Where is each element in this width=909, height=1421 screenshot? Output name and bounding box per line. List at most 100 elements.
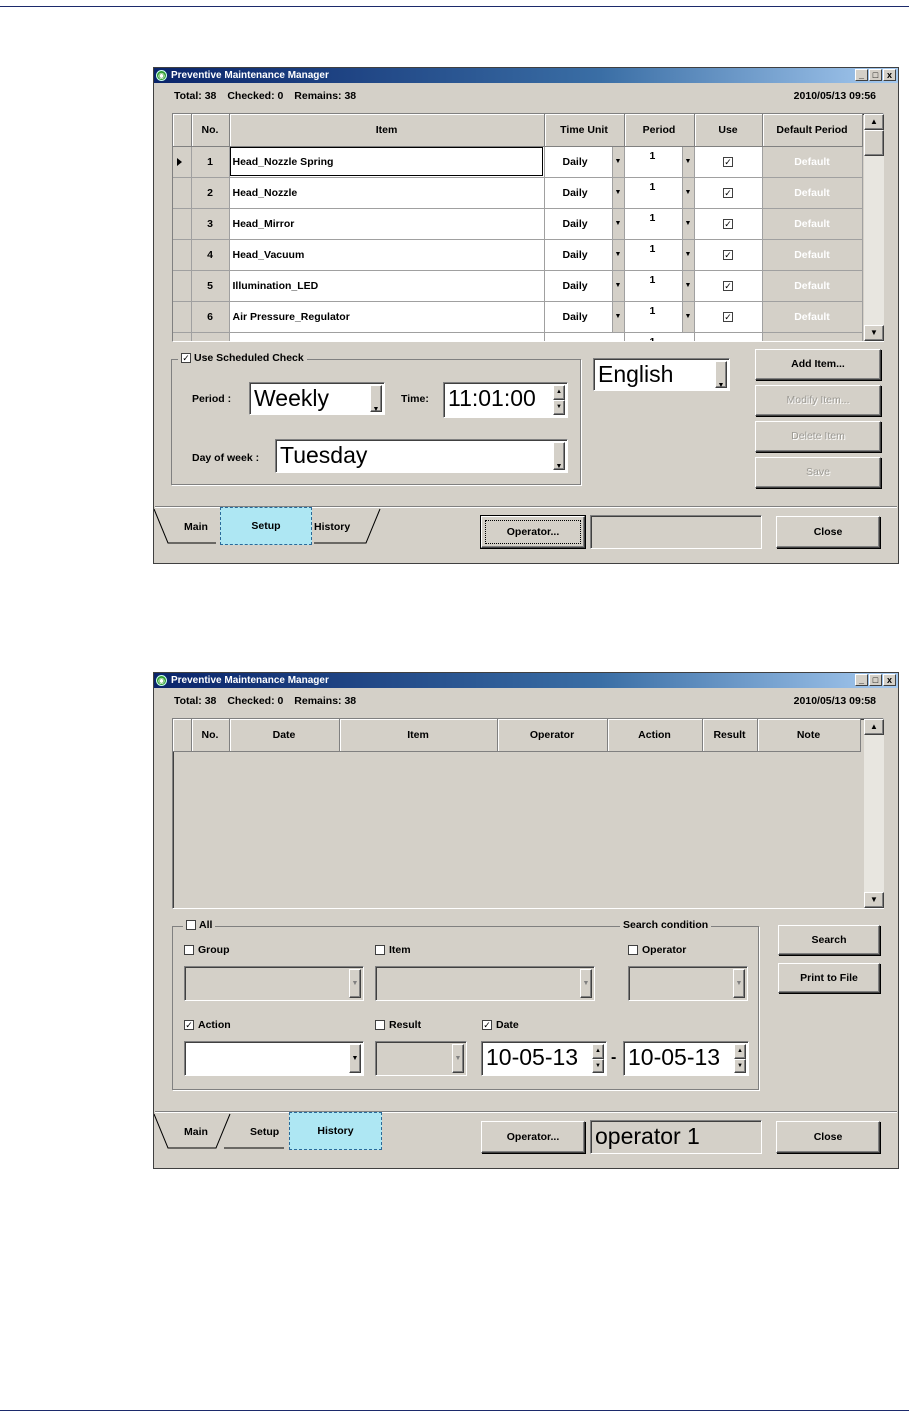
table-row[interactable]: 1 Head_Nozzle Spring Daily ▼ 1 ▼ ✓ Default <box>173 146 863 178</box>
table-row[interactable]: 1 <box>173 332 863 341</box>
dropdown-arrow-icon[interactable]: ▼ <box>681 270 694 301</box>
period-combo[interactable]: 1 ▼ <box>624 301 695 333</box>
col-header-use[interactable]: Use <box>694 114 763 147</box>
use-cell[interactable]: ✓ <box>694 270 763 302</box>
period-combo[interactable]: 1 ▼ <box>624 177 695 209</box>
action-select[interactable]: ▼ <box>184 1041 364 1076</box>
time-unit-combo[interactable]: Daily ▼ <box>544 208 625 240</box>
all-legend[interactable]: All <box>183 919 216 931</box>
dropdown-arrow-icon[interactable]: ▼ <box>681 239 694 270</box>
col-header-date[interactable]: Date <box>229 719 340 752</box>
close-button[interactable]: Close <box>776 516 880 548</box>
table-row[interactable]: 4 Head_Vacuum Daily ▼ 1 ▼ ✓ Default <box>173 239 863 271</box>
spin-up-icon[interactable]: ▲ <box>553 385 565 400</box>
scheduled-check-checkbox[interactable]: ✓ <box>181 353 191 364</box>
modify-item-button[interactable]: Modify Item... <box>755 385 881 416</box>
row-selector[interactable] <box>173 208 192 240</box>
dropdown-arrow-icon[interactable]: ▼ <box>681 177 694 208</box>
item-cell[interactable]: Head_Mirror <box>229 208 545 240</box>
item-cell[interactable]: Head_Nozzle <box>229 177 545 209</box>
row-selector[interactable] <box>173 332 192 341</box>
dropdown-arrow-icon[interactable]: ▼ <box>611 301 624 332</box>
operator-button[interactable]: Operator... <box>481 1121 585 1153</box>
col-header-note[interactable]: Note <box>757 719 861 752</box>
maximize-button[interactable]: □ <box>869 674 882 686</box>
item-select[interactable]: ▼ <box>375 966 595 1001</box>
period-combo[interactable]: 1 ▼ <box>624 146 695 178</box>
use-checkbox[interactable]: ✓ <box>723 280 733 291</box>
time-unit-combo[interactable]: Daily ▼ <box>544 146 625 178</box>
dropdown-arrow-icon[interactable]: ▼ <box>452 1044 464 1073</box>
period-combo[interactable]: 1 ▼ <box>624 208 695 240</box>
dropdown-arrow-icon[interactable]: ▼ <box>349 969 361 998</box>
use-checkbox[interactable]: ✓ <box>723 156 733 167</box>
dropdown-arrow-icon[interactable]: ▼ <box>611 270 624 301</box>
item-checkbox[interactable] <box>375 945 385 955</box>
use-cell[interactable]: ✓ <box>694 301 763 333</box>
date-to-spinner[interactable]: 10-05-13 ▲ ▼ <box>623 1041 749 1076</box>
item-cell[interactable]: Air Pressure_Regulator <box>229 301 545 333</box>
dropdown-arrow-icon[interactable]: ▼ <box>349 1044 361 1073</box>
col-header-item[interactable]: Item <box>229 114 545 147</box>
time-unit-combo[interactable]: Daily ▼ <box>544 239 625 271</box>
use-cell[interactable] <box>694 332 763 341</box>
col-header-default-period[interactable]: Default Period <box>762 114 863 147</box>
spin-up-icon[interactable]: ▲ <box>734 1044 746 1059</box>
all-checkbox[interactable] <box>186 920 196 931</box>
tab-setup[interactable]: Setup <box>250 1126 279 1138</box>
spin-up-icon[interactable]: ▲ <box>592 1044 604 1059</box>
tab-main[interactable]: Main <box>184 1126 208 1138</box>
time-unit-combo[interactable]: Daily ▼ <box>544 301 625 333</box>
date-checkbox[interactable]: ✓ <box>482 1020 492 1030</box>
action-checkbox[interactable]: ✓ <box>184 1020 194 1030</box>
period-combo[interactable]: 1 ▼ <box>624 239 695 271</box>
action-filter[interactable]: ✓ Action <box>184 1019 231 1031</box>
time-unit-combo[interactable]: Daily ▼ <box>544 270 625 302</box>
tab-history[interactable]: History <box>289 1112 382 1150</box>
row-selector[interactable] <box>173 146 192 178</box>
use-cell[interactable]: ✓ <box>694 177 763 209</box>
dropdown-arrow-icon[interactable]: ▼ <box>715 361 727 389</box>
spin-down-icon[interactable]: ▼ <box>592 1058 604 1073</box>
add-item-button[interactable]: Add Item... <box>755 349 881 380</box>
history-scrollbar[interactable]: ▲ ▼ <box>864 719 884 908</box>
time-spinner[interactable]: 11:01:00 ▲ ▼ <box>443 382 568 418</box>
language-select[interactable]: English ▼ <box>593 358 730 391</box>
group-checkbox[interactable] <box>184 945 194 955</box>
dropdown-arrow-icon[interactable]: ▼ <box>733 969 745 998</box>
default-button[interactable]: Default <box>762 239 863 271</box>
scroll-down-arrow-icon[interactable]: ▼ <box>864 325 884 341</box>
history-grid[interactable]: No. Date Item Operator Action Result Not… <box>172 718 884 909</box>
group-select[interactable]: ▼ <box>184 966 364 1001</box>
row-selector[interactable] <box>173 239 192 271</box>
date-filter[interactable]: ✓ Date <box>482 1019 519 1031</box>
default-button[interactable] <box>762 332 863 341</box>
period-select[interactable]: Weekly ▼ <box>249 382 385 415</box>
table-row[interactable]: 3 Head_Mirror Daily ▼ 1 ▼ ✓ Default <box>173 208 863 240</box>
spin-down-icon[interactable]: ▼ <box>734 1058 746 1073</box>
operator-button[interactable]: Operator... <box>481 516 585 548</box>
minimize-button[interactable]: _ <box>855 69 868 81</box>
spin-down-icon[interactable]: ▼ <box>553 400 565 415</box>
use-checkbox[interactable]: ✓ <box>723 249 733 260</box>
default-button[interactable]: Default <box>762 146 863 178</box>
result-checkbox[interactable] <box>375 1020 385 1030</box>
group-filter[interactable]: Group <box>184 944 230 956</box>
delete-item-button[interactable]: Delete Item <box>755 421 881 452</box>
title-bar[interactable]: ◉ Preventive Maintenance Manager _ □ x <box>154 673 898 688</box>
row-selector[interactable] <box>173 270 192 302</box>
use-cell[interactable]: ✓ <box>694 239 763 271</box>
operator-checkbox[interactable] <box>628 945 638 955</box>
time-unit-combo[interactable] <box>544 332 625 341</box>
default-button[interactable]: Default <box>762 177 863 209</box>
operator-select[interactable]: ▼ <box>628 966 748 1001</box>
col-header-period[interactable]: Period <box>624 114 695 147</box>
tab-setup[interactable]: Setup <box>220 507 312 545</box>
period-combo[interactable]: 1 ▼ <box>624 270 695 302</box>
close-button[interactable]: Close <box>776 1121 880 1153</box>
dropdown-arrow-icon[interactable]: ▼ <box>681 301 694 332</box>
item-cell[interactable]: Head_Nozzle Spring <box>229 146 545 178</box>
col-header-time-unit[interactable]: Time Unit <box>544 114 625 147</box>
row-selector[interactable] <box>173 301 192 333</box>
title-bar[interactable]: ◉ Preventive Maintenance Manager _ □ x <box>154 68 898 83</box>
